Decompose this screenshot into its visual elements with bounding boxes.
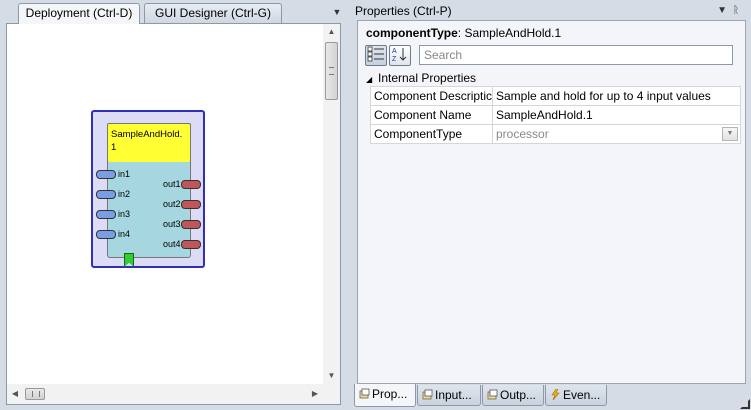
output-port-out1[interactable]	[181, 180, 201, 189]
property-grid-panel: componentType: SampleAndHold.1 A Z ◢Inte…	[357, 20, 746, 384]
categorized-icon	[367, 46, 384, 62]
property-row[interactable]: Component Name SampleAndHold.1	[370, 105, 741, 125]
tab-label: Input...	[435, 388, 472, 402]
scroll-corner	[323, 384, 340, 404]
tab-events[interactable]: Even...	[545, 385, 607, 406]
vertical-scrollbar[interactable]: ▲ ▼	[323, 24, 340, 384]
input-port-in3[interactable]	[96, 210, 116, 219]
category-label: Internal Properties	[378, 71, 477, 85]
svg-text:Z: Z	[392, 56, 397, 62]
vertical-scroll-thumb[interactable]	[325, 42, 338, 100]
component-sampleandhold[interactable]: SampleAndHold.1 in1 in2 in3 in4 out1 out…	[91, 110, 205, 268]
input-icon	[422, 389, 433, 400]
property-name[interactable]: ComponentType	[370, 124, 493, 144]
event-port-flag-icon[interactable]	[124, 253, 134, 267]
input-port-in4[interactable]	[96, 230, 116, 239]
horizontal-scrollbar[interactable]: ◀ ▶	[7, 384, 323, 404]
output-port-out3[interactable]	[181, 220, 201, 229]
property-value-text: processor	[496, 127, 549, 141]
component-title[interactable]: SampleAndHold.1	[107, 123, 191, 163]
output-icon	[487, 389, 498, 400]
input-port-label: in3	[118, 209, 131, 219]
editor-tabstrip: Deployment (Ctrl-D) GUI Designer (Ctrl-G…	[0, 0, 347, 24]
tab-deployment[interactable]: Deployment (Ctrl-D)	[18, 3, 140, 24]
properties-header: Properties (Ctrl-P) ▼ᚱ	[350, 2, 751, 20]
scroll-up-arrow-icon[interactable]: ▲	[323, 24, 340, 40]
sort-az-icon: A Z	[392, 48, 407, 63]
property-name[interactable]: Component Name	[370, 105, 493, 125]
property-row[interactable]: ComponentType processor ▼	[370, 124, 741, 144]
svg-text:A: A	[392, 48, 397, 55]
deployment-canvas[interactable]: SampleAndHold.1 in1 in2 in3 in4 out1 out…	[7, 24, 323, 384]
properties-pane: Properties (Ctrl-P) ▼ᚱ componentType: Sa…	[350, 0, 751, 410]
deployment-canvas-frame: SampleAndHold.1 in1 in2 in3 in4 out1 out…	[6, 23, 341, 405]
tab-label: Even...	[563, 388, 601, 402]
property-search-input[interactable]	[419, 45, 733, 65]
dropdown-triangle-icon[interactable]: ▼	[717, 5, 733, 16]
tab-label: Outp...	[500, 388, 537, 402]
tab-input-ports[interactable]: Input...	[417, 385, 481, 406]
tab-menu-dropdown-icon[interactable]: ▼	[331, 6, 343, 18]
property-value-dropdown[interactable]: processor ▼	[492, 124, 741, 144]
input-port-label: in4	[118, 229, 131, 239]
tab-output-ports[interactable]: Outp...	[482, 385, 544, 406]
title-value: : SampleAndHold.1	[457, 26, 562, 40]
output-port-out4[interactable]	[181, 240, 201, 249]
property-value-field[interactable]: Sample and hold for up to 4 input values	[492, 86, 741, 106]
scroll-left-arrow-icon[interactable]: ◀	[7, 384, 23, 404]
deployment-pane: Deployment (Ctrl-D) GUI Designer (Ctrl-G…	[0, 0, 347, 410]
input-port-label: in1	[118, 169, 131, 179]
property-row[interactable]: Component Descriptic Sample and hold for…	[370, 86, 741, 106]
tab-label: Prop...	[372, 387, 408, 401]
property-value-field[interactable]: SampleAndHold.1	[492, 105, 741, 125]
scroll-right-arrow-icon[interactable]: ▶	[307, 384, 323, 404]
tab-properties[interactable]: Prop...	[354, 384, 416, 407]
dropdown-arrow-icon[interactable]: ▼	[722, 127, 738, 141]
category-internal-properties[interactable]: ◢ Internal Properties	[366, 70, 738, 86]
properties-header-title: Properties (Ctrl-P)	[355, 4, 452, 18]
sort-alphabetical-button[interactable]: A Z	[389, 45, 411, 66]
pin-icon[interactable]: ᚱ	[733, 5, 745, 16]
properties-icon	[359, 388, 370, 399]
tab-gui-designer[interactable]: GUI Designer (Ctrl-G)	[144, 3, 282, 23]
output-port-label: out2	[163, 199, 181, 209]
output-port-label: out1	[163, 179, 181, 189]
title-key: componentType	[366, 26, 458, 40]
output-port-out2[interactable]	[181, 200, 201, 209]
horizontal-scroll-thumb[interactable]	[25, 388, 45, 400]
scroll-down-arrow-icon[interactable]: ▼	[323, 368, 340, 384]
selected-object-title: componentType: SampleAndHold.1	[366, 26, 561, 40]
bottom-tabstrip: Prop... Input... Outp... Even...	[350, 384, 751, 410]
categorized-button[interactable]	[365, 45, 387, 66]
event-icon	[551, 389, 560, 400]
input-port-in1[interactable]	[96, 170, 116, 179]
property-name[interactable]: Component Descriptic	[370, 86, 493, 106]
output-port-label: out4	[163, 239, 181, 249]
output-port-label: out3	[163, 219, 181, 229]
property-grid: Component Descriptic Sample and hold for…	[370, 86, 741, 144]
input-port-label: in2	[118, 189, 131, 199]
input-port-in2[interactable]	[96, 190, 116, 199]
